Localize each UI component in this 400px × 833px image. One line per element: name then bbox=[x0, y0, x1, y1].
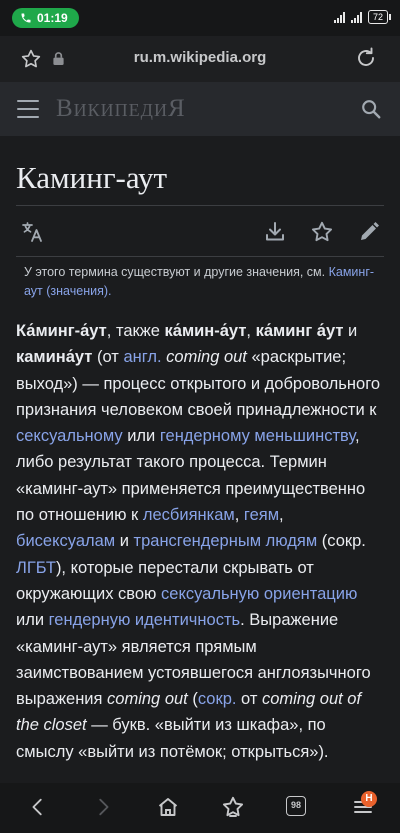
page-title: Каминг-аут bbox=[16, 160, 168, 195]
hatnote: У этого термина существуют и другие знач… bbox=[24, 263, 386, 301]
body-text: , bbox=[234, 506, 244, 525]
body-text: (сокр. bbox=[317, 532, 366, 551]
bottom-nav: 98 H bbox=[0, 783, 400, 833]
back-icon[interactable] bbox=[27, 795, 49, 819]
search-icon[interactable] bbox=[360, 98, 382, 120]
body-text: (от bbox=[92, 348, 124, 367]
call-indicator[interactable]: 01:19 bbox=[12, 8, 79, 28]
home-icon[interactable] bbox=[156, 795, 180, 819]
status-bar: 01:19 72 bbox=[0, 0, 400, 36]
link-bisexuals[interactable]: бисексуалам bbox=[16, 532, 115, 550]
divider bbox=[16, 256, 384, 257]
term-bold: ка́минг а́ут bbox=[255, 322, 344, 340]
link-sexual-orientation[interactable]: сексуальную ориентацию bbox=[161, 585, 357, 603]
notification-badge: H bbox=[361, 791, 377, 807]
body-text: или bbox=[122, 427, 160, 446]
hatnote-text: У этого термина существуют и другие знач… bbox=[24, 265, 326, 279]
battery-icon: 72 bbox=[367, 10, 392, 24]
term-bold: Ка́минг-а́ут bbox=[16, 322, 107, 340]
link-sexual[interactable]: сексуальному bbox=[16, 427, 123, 445]
body-text: ( bbox=[187, 690, 198, 709]
link-lgbt[interactable]: ЛГБТ bbox=[16, 559, 56, 577]
divider bbox=[16, 205, 384, 206]
wikipedia-wordmark[interactable]: ВикипедиЯ bbox=[56, 95, 186, 123]
body-text: , также bbox=[106, 322, 165, 340]
link-abbr[interactable]: сокр. bbox=[198, 690, 237, 708]
body-text: , bbox=[279, 506, 284, 525]
body-text: и bbox=[115, 532, 134, 551]
link-angl[interactable]: англ. bbox=[123, 348, 161, 366]
download-icon[interactable] bbox=[263, 220, 287, 244]
edit-pencil-icon[interactable] bbox=[357, 220, 381, 244]
call-time: 01:19 bbox=[37, 11, 68, 25]
wiki-header: ВикипедиЯ bbox=[0, 82, 400, 136]
link-gays[interactable]: геям bbox=[244, 506, 279, 524]
signal-icon bbox=[333, 11, 345, 23]
watch-star-icon[interactable] bbox=[310, 220, 334, 244]
link-gender-minority[interactable]: гендерному меньшинству bbox=[160, 427, 355, 445]
term-bold: камина́ут bbox=[16, 348, 93, 367]
language-icon[interactable] bbox=[20, 220, 44, 244]
link-lesbians[interactable]: лесбиянкам bbox=[143, 506, 235, 524]
reload-icon[interactable] bbox=[354, 46, 378, 70]
forward-icon[interactable] bbox=[92, 795, 114, 819]
italic-text: coming out bbox=[107, 690, 188, 709]
body-text: и bbox=[343, 322, 358, 340]
page-actions bbox=[0, 218, 400, 246]
tabs-count: 98 bbox=[290, 800, 301, 810]
tabs-counter[interactable]: 98 bbox=[286, 796, 306, 816]
body-text: , bbox=[246, 322, 256, 340]
battery-level: 72 bbox=[372, 12, 383, 22]
bookmarks-star-icon[interactable] bbox=[221, 795, 245, 819]
menu-icon[interactable] bbox=[17, 100, 39, 124]
browser-address-bar: ru.m.wikipedia.org bbox=[0, 36, 400, 83]
body-text: или bbox=[16, 611, 49, 630]
link-transgender[interactable]: трансгендерным людям bbox=[134, 532, 318, 550]
signal-icon-2 bbox=[350, 11, 362, 23]
phone-icon bbox=[21, 13, 31, 23]
link-gender-identity[interactable]: гендерную идентичность bbox=[49, 611, 240, 629]
body-text: от bbox=[236, 690, 262, 709]
term-bold: ка́мин-а́ут bbox=[164, 322, 247, 340]
italic-text: coming out bbox=[161, 348, 247, 367]
url-text[interactable]: ru.m.wikipedia.org bbox=[0, 49, 400, 66]
article-paragraph: Ка́минг-а́ут, также ка́мин-а́ут, ка́минг… bbox=[16, 318, 386, 765]
